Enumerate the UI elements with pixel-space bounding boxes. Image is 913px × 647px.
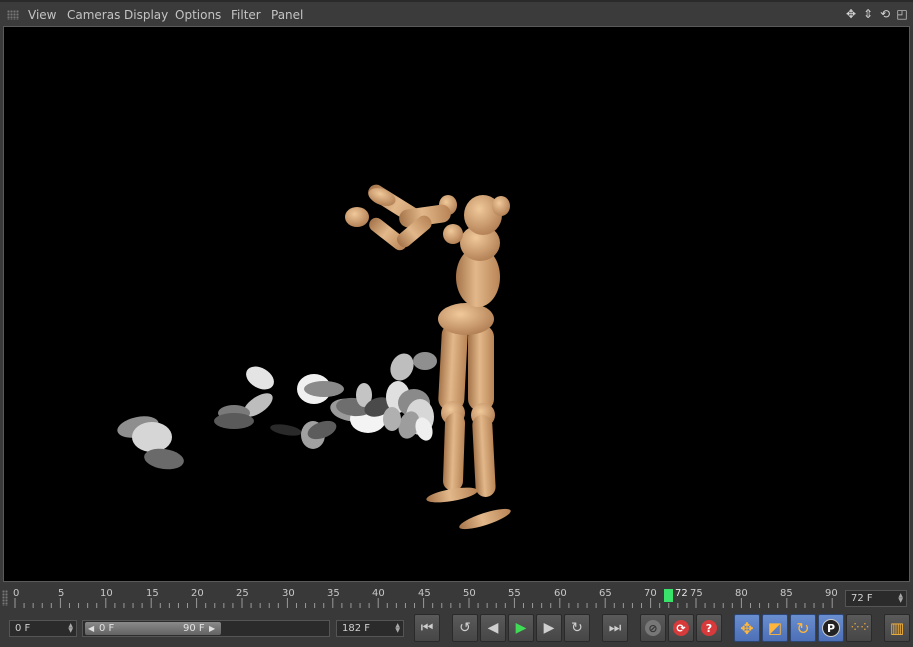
next-key-button[interactable]: ↻ bbox=[564, 614, 590, 642]
viewport-menubar: View Cameras Display Options Filter Pane… bbox=[0, 0, 913, 26]
play-icon: ▶ bbox=[515, 620, 527, 636]
start-frame-field[interactable]: 0 F ▲ ▼ bbox=[9, 620, 77, 637]
record-point-level-button[interactable]: ⁘⁘ bbox=[846, 614, 872, 642]
rotate-icon: ↻ bbox=[796, 618, 810, 638]
range-right-arrow-icon[interactable]: ▶ bbox=[209, 622, 215, 635]
keyframe-help-icon: ? bbox=[701, 620, 717, 636]
record-rotation-button[interactable]: ↻ bbox=[790, 614, 816, 642]
next-key-icon: ↻ bbox=[571, 620, 583, 636]
tick-label: 85 bbox=[780, 588, 793, 599]
record-active-button[interactable]: ⊘ bbox=[640, 614, 666, 642]
tick-label: 70 bbox=[644, 588, 657, 599]
tick-label: 80 bbox=[735, 588, 748, 599]
tick-label: 35 bbox=[327, 588, 340, 599]
menu-display[interactable]: Display bbox=[124, 8, 168, 22]
play-button[interactable]: ▶ bbox=[508, 614, 534, 642]
tick-label: 45 bbox=[418, 588, 431, 599]
spinner-arrows-icon[interactable]: ▲ ▼ bbox=[898, 593, 903, 604]
scale-icon: ◩ bbox=[767, 619, 783, 637]
step-forward-icon: ▶ bbox=[543, 620, 555, 636]
tick-label: 15 bbox=[146, 588, 159, 599]
tick-label: 25 bbox=[236, 588, 249, 599]
end-frame-value: 182 F bbox=[342, 623, 371, 634]
step-back-icon: ◀ bbox=[487, 620, 499, 636]
tick-label: 40 bbox=[372, 588, 385, 599]
go-to-start-button[interactable]: ⏮ bbox=[414, 614, 440, 642]
spinner-arrows-icon[interactable]: ▲ ▼ bbox=[68, 623, 73, 634]
tick-label: 50 bbox=[463, 588, 476, 599]
key-record-icon: ⊘ bbox=[645, 620, 661, 636]
scheme-layout-button[interactable]: ▥ bbox=[884, 614, 910, 642]
current-frame-field[interactable]: 72 F ▲ ▼ bbox=[845, 590, 907, 607]
tick-label: 10 bbox=[100, 588, 113, 599]
render-scene bbox=[117, 184, 511, 530]
menu-cameras[interactable]: Cameras bbox=[67, 8, 120, 22]
record-parameter-button[interactable]: P bbox=[818, 614, 844, 642]
preview-range-slider[interactable]: ◀ 0 F 90 F ▶ bbox=[82, 620, 330, 637]
playback-controls: 0 F ▲ ▼ ◀ 0 F 90 F ▶ 182 F ▲ ▼ ⏮ ↺ ◀ ▶ ▶ ↻… bbox=[0, 612, 913, 647]
go-to-end-button[interactable]: ⏭ bbox=[602, 614, 628, 642]
previous-key-button[interactable]: ↺ bbox=[452, 614, 478, 642]
previous-key-icon: ↺ bbox=[459, 620, 471, 636]
record-position-button[interactable]: ✥ bbox=[734, 614, 760, 642]
menu-options[interactable]: Options bbox=[175, 8, 221, 22]
tick-label: 5 bbox=[58, 588, 65, 599]
autokey-button[interactable]: ⟳ bbox=[668, 614, 694, 642]
tick-label: 65 bbox=[599, 588, 612, 599]
tick-label: 30 bbox=[282, 588, 295, 599]
tick-label: 90 bbox=[825, 588, 838, 599]
autokey-record-icon: ⟳ bbox=[673, 620, 689, 636]
view-navigation: ✥ ⇕ ⟲ ◰ bbox=[844, 6, 909, 22]
menu-view[interactable]: View bbox=[28, 8, 56, 22]
playhead-frame-label: 72 bbox=[675, 588, 688, 599]
end-frame-field[interactable]: 182 F ▲ ▼ bbox=[336, 620, 404, 637]
zoom-view-icon[interactable]: ⇕ bbox=[861, 6, 875, 22]
film-strip-icon: ▥ bbox=[889, 619, 905, 637]
timeline-ruler[interactable]: 0 5 10 15 20 25 30 35 40 45 50 55 60 65 … bbox=[0, 584, 913, 612]
spinner-arrows-icon[interactable]: ▲ ▼ bbox=[395, 623, 400, 634]
tick-label: 55 bbox=[508, 588, 521, 599]
skip-start-icon: ⏮ bbox=[420, 620, 434, 636]
keyframe-selection-button[interactable]: ? bbox=[696, 614, 722, 642]
tick-label: 0 bbox=[13, 588, 20, 599]
menu-panel[interactable]: Panel bbox=[271, 8, 303, 22]
current-frame-value: 72 F bbox=[851, 593, 873, 604]
previous-frame-button[interactable]: ◀ bbox=[480, 614, 506, 642]
tick-label: 60 bbox=[554, 588, 567, 599]
move-view-icon[interactable]: ✥ bbox=[844, 6, 858, 22]
move-icon: ✥ bbox=[740, 618, 754, 638]
range-max-value: 90 F bbox=[183, 623, 205, 634]
point-grid-icon: ⁘⁘ bbox=[849, 620, 871, 636]
skip-end-icon: ⏭ bbox=[608, 620, 622, 636]
range-bar[interactable]: ◀ 0 F 90 F ▶ bbox=[85, 622, 221, 635]
playhead[interactable] bbox=[664, 589, 673, 602]
rotate-view-icon[interactable]: ⟲ bbox=[878, 6, 892, 22]
disc-particles bbox=[117, 352, 437, 470]
tick-label: 75 bbox=[690, 588, 703, 599]
range-min-value: 0 F bbox=[99, 623, 115, 634]
range-left-arrow-icon[interactable]: ◀ bbox=[88, 622, 94, 635]
tick-label: 20 bbox=[191, 588, 204, 599]
record-scale-button[interactable]: ◩ bbox=[762, 614, 788, 642]
panel-grip[interactable] bbox=[7, 10, 19, 20]
start-frame-value: 0 F bbox=[15, 623, 31, 634]
next-frame-button[interactable]: ▶ bbox=[536, 614, 562, 642]
3d-viewport[interactable] bbox=[3, 26, 910, 582]
toggle-layout-icon[interactable]: ◰ bbox=[895, 6, 909, 22]
menu-filter[interactable]: Filter bbox=[231, 8, 261, 22]
parameter-icon: P bbox=[822, 619, 840, 637]
